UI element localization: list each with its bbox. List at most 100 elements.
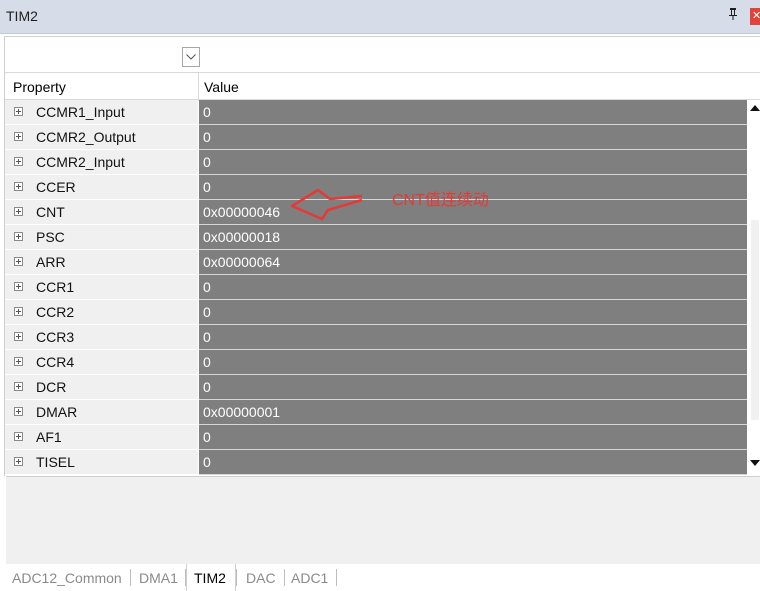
vertical-scrollbar[interactable] — [749, 100, 760, 476]
property-cell[interactable]: CNT — [5, 200, 198, 225]
value-cell[interactable]: 0 — [199, 150, 747, 175]
object-selector-dropdown[interactable] — [182, 47, 200, 67]
expand-plus-icon[interactable] — [14, 282, 23, 291]
property-cell[interactable]: CCMR2_Output — [5, 125, 198, 150]
object-selector-row — [4, 36, 760, 72]
value-cell[interactable]: 0 — [199, 325, 747, 350]
property-cell[interactable]: CCR2 — [5, 300, 198, 325]
close-icon[interactable]: ✕ — [750, 8, 760, 25]
value-cell[interactable]: 0 — [199, 275, 747, 300]
property-name: CCMR2_Input — [36, 154, 125, 170]
title-bar: TIM2 ✕ — [0, 0, 760, 34]
property-value: 0 — [203, 179, 211, 195]
property-name: CCR1 — [36, 279, 75, 295]
table-row[interactable]: CNT 0x00000046 — [5, 200, 747, 225]
expand-plus-icon[interactable] — [14, 457, 23, 466]
property-cell[interactable]: DCR — [5, 375, 198, 400]
expand-plus-icon[interactable] — [14, 307, 23, 316]
value-cell[interactable]: 0 — [199, 450, 747, 475]
expand-plus-icon[interactable] — [14, 232, 23, 241]
expand-plus-icon[interactable] — [14, 432, 23, 441]
property-cell[interactable]: CCR4 — [5, 350, 198, 375]
scroll-down-arrow-icon[interactable] — [750, 460, 760, 466]
tab-adc12_common[interactable]: ADC12_Common — [12, 570, 122, 586]
property-name: TISEL — [36, 454, 75, 470]
description-pane — [6, 476, 760, 564]
pin-icon[interactable] — [728, 8, 738, 23]
grid-rows: CCMR1_Input 0 CCMR2_Output 0 CCMR2_Input 0 CCE… — [5, 100, 747, 475]
property-value: 0 — [203, 304, 211, 320]
value-cell[interactable]: 0 — [199, 425, 747, 450]
value-cell[interactable]: 0 — [199, 100, 747, 125]
table-row[interactable]: CCR2 0 — [5, 300, 747, 325]
property-name: ARR — [36, 254, 66, 270]
expand-plus-icon[interactable] — [14, 182, 23, 191]
table-row[interactable]: TISEL 0 — [5, 450, 747, 475]
value-cell[interactable]: 0x00000001 — [199, 400, 747, 425]
property-cell[interactable]: AF1 — [5, 425, 198, 450]
table-row[interactable]: CCER 0 — [5, 175, 747, 200]
property-cell[interactable]: CCMR1_Input — [5, 100, 198, 125]
expand-plus-icon[interactable] — [14, 157, 23, 166]
tab-dma1[interactable]: DMA1 — [139, 570, 178, 586]
table-row[interactable]: CCR1 0 — [5, 275, 747, 300]
expand-plus-icon[interactable] — [14, 107, 23, 116]
tab-separator — [284, 569, 285, 586]
table-row[interactable]: CCR3 0 — [5, 325, 747, 350]
column-divider[interactable] — [198, 73, 199, 101]
value-cell[interactable]: 0x00000018 — [199, 225, 747, 250]
table-row[interactable]: ARR 0x00000064 — [5, 250, 747, 275]
expand-plus-icon[interactable] — [14, 257, 23, 266]
expand-plus-icon[interactable] — [14, 132, 23, 141]
scroll-up-arrow-icon[interactable] — [750, 105, 760, 111]
property-value: 0x00000064 — [203, 254, 281, 270]
property-value: 0 — [203, 429, 211, 445]
expand-plus-icon[interactable] — [14, 207, 23, 216]
property-name: DCR — [36, 379, 67, 395]
tab-dac[interactable]: DAC — [246, 570, 276, 586]
scrollbar-thumb[interactable] — [751, 220, 759, 420]
value-cell[interactable]: 0 — [199, 125, 747, 150]
table-row[interactable]: CCMR2_Input 0 — [5, 150, 747, 175]
property-name: CCR3 — [36, 329, 75, 345]
table-row[interactable]: PSC 0x00000018 — [5, 225, 747, 250]
tab-tim2[interactable]: TIM2 — [194, 570, 226, 586]
table-row[interactable]: DMAR 0x00000001 — [5, 400, 747, 425]
table-row[interactable]: CCR4 0 — [5, 350, 747, 375]
property-value: 0x00000046 — [203, 204, 281, 220]
property-value: 0 — [203, 354, 211, 370]
property-value: 0 — [203, 129, 211, 145]
table-row[interactable]: CCMR1_Input 0 — [5, 100, 747, 125]
expand-plus-icon[interactable] — [14, 407, 23, 416]
grid-header: Property Value — [5, 72, 760, 101]
value-cell[interactable]: 0 — [199, 300, 747, 325]
property-name: CCMR2_Output — [36, 129, 136, 145]
property-name: DMAR — [36, 404, 78, 420]
property-cell[interactable]: CCR3 — [5, 325, 198, 350]
property-value: 0 — [203, 154, 211, 170]
table-row[interactable]: DCR 0 — [5, 375, 747, 400]
property-cell[interactable]: CCER — [5, 175, 198, 200]
property-cell[interactable]: ARR — [5, 250, 198, 275]
value-cell[interactable]: 0 — [199, 350, 747, 375]
value-cell[interactable]: 0 — [199, 375, 747, 400]
tab-separator — [236, 569, 237, 586]
property-cell[interactable]: PSC — [5, 225, 198, 250]
table-row[interactable]: CCMR2_Output 0 — [5, 125, 747, 150]
expand-plus-icon[interactable] — [14, 357, 23, 366]
value-cell[interactable]: 0x00000064 — [199, 250, 747, 275]
tab-adc1[interactable]: ADC1 — [291, 570, 328, 586]
expand-plus-icon[interactable] — [14, 382, 23, 391]
column-header-property[interactable]: Property — [13, 79, 66, 95]
property-cell[interactable]: TISEL — [5, 450, 198, 475]
property-cell[interactable]: DMAR — [5, 400, 198, 425]
tab-separator — [185, 569, 186, 586]
expand-plus-icon[interactable] — [14, 332, 23, 341]
property-name: CCR4 — [36, 354, 75, 370]
property-value: 0 — [203, 279, 211, 295]
property-name: PSC — [36, 229, 65, 245]
property-cell[interactable]: CCMR2_Input — [5, 150, 198, 175]
table-row[interactable]: AF1 0 — [5, 425, 747, 450]
column-header-value[interactable]: Value — [204, 79, 239, 95]
property-cell[interactable]: CCR1 — [5, 275, 198, 300]
